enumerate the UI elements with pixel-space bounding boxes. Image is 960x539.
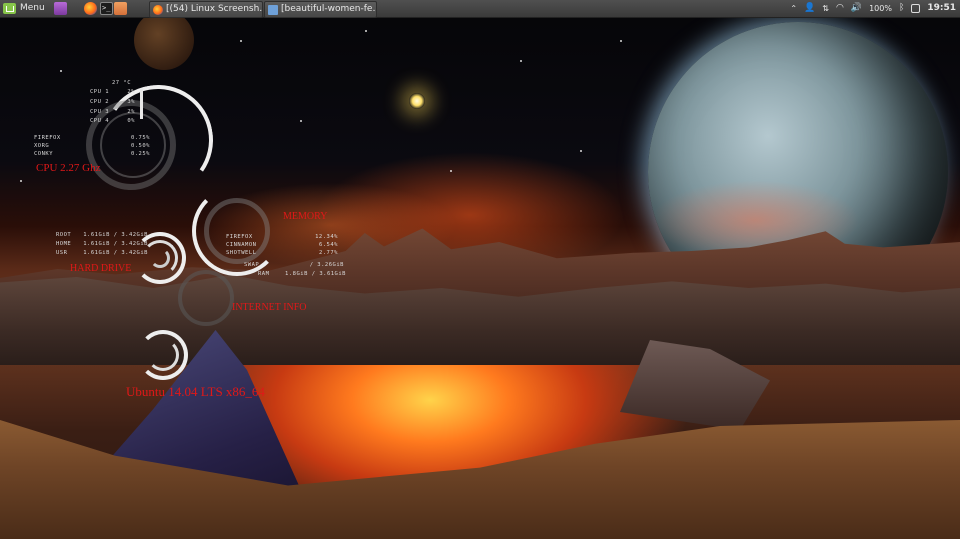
cpu-value: 2% xyxy=(127,109,135,115)
mint-logo-icon xyxy=(3,3,16,14)
cpu-temp: 27 °C xyxy=(112,80,132,86)
cpu-row: CPU 3 2% xyxy=(90,109,135,115)
cpu-value: 3% xyxy=(127,99,135,105)
volume-icon[interactable]: 🔊 xyxy=(851,0,862,17)
process-row: CINNAMON 6.54% xyxy=(226,242,338,248)
star xyxy=(300,120,302,122)
cpu-label: CPU 4 xyxy=(90,118,110,124)
memory-label: MEMORY xyxy=(283,211,328,222)
taskbar-window-linux-screenshots[interactable]: [(54) Linux Screensh… xyxy=(149,1,263,18)
process-row: XORG 0.50% xyxy=(34,143,150,149)
cpu-value: 0% xyxy=(127,118,135,124)
process-value: 0.50% xyxy=(130,143,150,149)
os-info-label: Ubuntu 14.04 LTS x86_64 xyxy=(126,384,265,399)
cpu-row: CPU 4 0% xyxy=(90,118,135,124)
user-icon[interactable]: 👤 xyxy=(804,0,815,17)
task-label: [beautiful-women-fe… xyxy=(281,4,377,14)
cpu-label: CPU 1 xyxy=(90,89,110,95)
disk-name: USR xyxy=(56,250,68,256)
keyboard-icon[interactable] xyxy=(911,4,921,13)
menu-button[interactable]: Menu xyxy=(3,0,45,17)
star xyxy=(520,60,522,62)
cpu-label: CPU 3 xyxy=(90,109,110,115)
battery-percent[interactable]: 100% xyxy=(869,0,892,17)
process-row: SHOTWELL 2.77% xyxy=(226,250,338,256)
ram-row: RAM 1.8GiB / 3.61GiB xyxy=(258,271,346,277)
task-label: [(54) Linux Screensh… xyxy=(166,4,263,14)
clock[interactable]: 19:51 xyxy=(927,0,956,17)
cpu-label: CPU 2 xyxy=(90,99,110,105)
star xyxy=(240,40,242,42)
os-ring-inner xyxy=(147,339,179,371)
process-value: 6.54% xyxy=(318,242,338,248)
terminal-launcher-icon[interactable] xyxy=(100,0,113,17)
disk-row: USR 1.61GiB / 3.42GiB xyxy=(56,250,148,256)
star xyxy=(580,150,582,152)
image-viewer-icon xyxy=(268,4,278,15)
distant-sun xyxy=(409,93,425,109)
firefox-icon xyxy=(153,4,163,15)
top-panel: Menu [(54) Linux Screensh… [beautiful-wo… xyxy=(0,0,960,18)
star xyxy=(60,70,62,72)
menu-label: Menu xyxy=(20,3,45,13)
disk-name: ROOT xyxy=(56,232,72,238)
process-row: FIREFOX 12.34% xyxy=(226,234,338,240)
bluetooth-icon[interactable]: ᛒ xyxy=(899,0,904,17)
process-name: XORG xyxy=(34,143,50,149)
disk-value: 1.61GiB / 3.42GiB xyxy=(83,241,148,247)
system-tray: ⌃ 👤 ⇅ ◠ 🔊 100% ᛒ 19:51 xyxy=(790,0,956,17)
process-name: FIREFOX xyxy=(34,135,61,141)
star xyxy=(450,170,452,172)
process-name: CINNAMON xyxy=(226,242,257,248)
disk-value: 1.61GiB / 3.42GiB xyxy=(83,250,148,256)
process-name: SHOTWELL xyxy=(226,250,257,256)
network-icon[interactable]: ⇅ xyxy=(822,0,829,17)
process-value: 0.25% xyxy=(130,151,150,157)
files-launcher-icon[interactable] xyxy=(54,2,67,15)
network-ring xyxy=(178,270,234,326)
cpu-frequency-label: CPU 2.27 Ghz xyxy=(36,162,101,174)
swap-value: / 3.26GiB xyxy=(309,262,344,268)
swap-row: SWAP / 3.26GiB xyxy=(244,262,344,268)
disk-value: 1.61GiB / 3.42GiB xyxy=(83,232,148,238)
process-name: FIREFOX xyxy=(226,234,253,240)
taskbar-window-image-viewer[interactable]: [beautiful-women-fe… xyxy=(264,1,377,18)
process-value: 12.34% xyxy=(315,234,338,240)
chevron-up-icon[interactable]: ⌃ xyxy=(790,0,797,17)
disk-row: ROOT 1.61GiB / 3.42GiB xyxy=(56,232,148,238)
internet-info-label: INTERNET INFO xyxy=(232,302,307,313)
star xyxy=(20,180,22,182)
disk-ring-inner xyxy=(150,248,170,268)
cpu-value: 2% xyxy=(127,89,135,95)
cpu-row: CPU 1 2% xyxy=(90,89,135,95)
wifi-icon[interactable]: ◠ xyxy=(836,0,844,17)
ram-value: 1.8GiB / 3.61GiB xyxy=(285,271,346,277)
process-row: FIREFOX 0.75% xyxy=(34,135,150,141)
process-value: 2.77% xyxy=(318,250,338,256)
hard-drive-label: HARD DRIVE xyxy=(70,263,132,274)
process-value: 0.75% xyxy=(130,135,150,141)
cpu-bar xyxy=(140,89,143,119)
firefox-launcher-icon[interactable] xyxy=(84,2,97,15)
process-name: CONKY xyxy=(34,151,54,157)
distant-moon xyxy=(134,10,194,70)
star xyxy=(365,30,367,32)
folder-launcher-icon[interactable] xyxy=(114,2,127,15)
ram-label: RAM xyxy=(258,271,270,277)
disk-row: HOME 1.61GiB / 3.42GiB xyxy=(56,241,148,247)
process-row: CONKY 0.25% xyxy=(34,151,150,157)
swap-label: SWAP xyxy=(244,262,260,268)
cpu-row: CPU 2 3% xyxy=(90,99,135,105)
disk-name: HOME xyxy=(56,241,72,247)
star xyxy=(620,40,622,42)
